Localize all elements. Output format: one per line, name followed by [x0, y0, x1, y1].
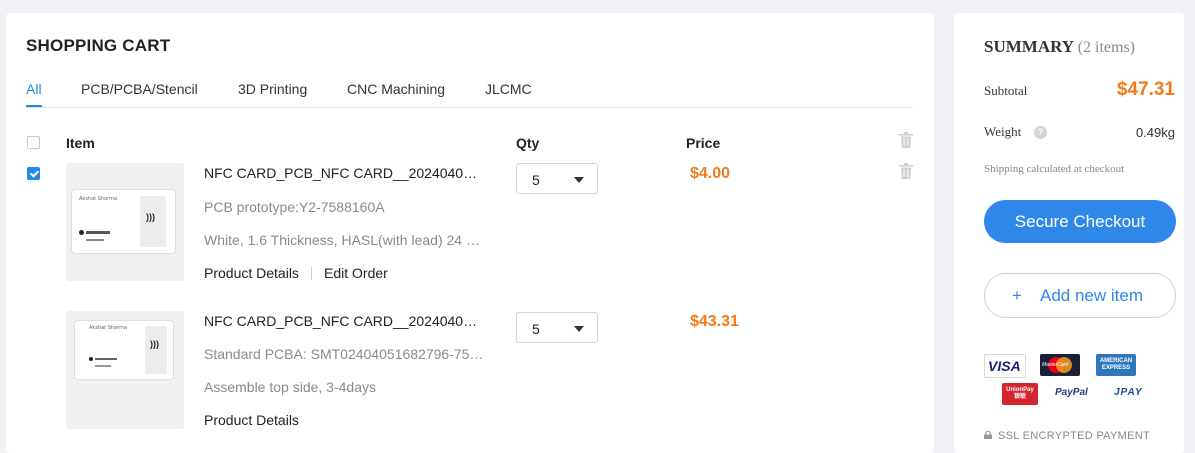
page-title: SHOPPING CART [26, 36, 171, 55]
summary-title-text: SUMMARY [984, 37, 1074, 56]
card-text-line [86, 231, 110, 234]
order-summary-panel: SUMMARY (2 items) Subtotal $47.31 Weight… [954, 13, 1184, 453]
help-icon[interactable]: ? [1034, 126, 1047, 139]
tab-pcb-pcba-stencil[interactable]: PCB/PCBA/Stencil [81, 81, 198, 97]
shipping-note: Shipping calculated at checkout [984, 163, 1125, 175]
item-1-name[interactable]: NFC CARD_PCB_NFC CARD__2024040… [204, 165, 477, 181]
select-all-checkbox[interactable] [27, 136, 40, 149]
subtotal-label: Subtotal [984, 83, 1028, 98]
add-new-item-label: Add new item [1040, 286, 1143, 305]
delete-all-trash-icon[interactable] [899, 132, 913, 148]
item-2-qty-select[interactable]: 5 [516, 312, 598, 343]
item-1-meta-spec: White, 1.6 Thickness, HASL(with lead) 24… [204, 232, 480, 248]
weight-value: 0.49kg [1135, 125, 1175, 140]
unionpay-logo: UnionPay 银联 [1002, 383, 1038, 405]
item-1-thumbnail[interactable]: Akshat Sharma ))) [66, 163, 184, 281]
amex-logo-text: AMERICAN EXPRESS [1099, 358, 1133, 371]
amex-logo: AMERICAN EXPRESS [1096, 354, 1136, 376]
card-text-line [95, 358, 117, 360]
subtotal-value: $47.31 [1116, 79, 1175, 100]
chevron-down-icon [574, 326, 584, 332]
column-header-price: Price [686, 135, 721, 151]
paypal-logo: PayPal [1055, 387, 1088, 398]
item-2-meta-spec: Assemble top side, 3-4days [204, 379, 376, 395]
item-1-meta-type: PCB prototype:Y2-7588160A [204, 199, 385, 215]
nfc-icon: ))) [146, 212, 155, 222]
column-header-qty: Qty [516, 135, 540, 151]
visa-logo-text: VISA [988, 358, 1021, 374]
item-1-price: $4.00 [690, 165, 731, 182]
item-1-edit-order-link[interactable]: Edit Order [324, 265, 388, 281]
card-text-line [95, 365, 111, 367]
secure-checkout-button[interactable]: Secure Checkout [984, 200, 1176, 243]
item-1-checkbox[interactable] [27, 167, 40, 180]
card-logo-icon [79, 230, 84, 235]
add-new-item-button[interactable]: + Add new item [984, 273, 1176, 318]
card-name-text: Akshat Sharma [79, 196, 118, 202]
item-1-qty-select[interactable]: 5 [516, 163, 598, 194]
unionpay-logo-text: UnionPay 银联 [1006, 387, 1034, 400]
nfc-icon: ))) [150, 339, 159, 349]
ssl-encrypted-note: SSL ENCRYPTED PAYMENT [998, 430, 1150, 442]
weight-label: Weight [984, 124, 1022, 139]
summary-item-count: (2 items) [1077, 39, 1136, 56]
card-nfc-pad [145, 326, 167, 374]
column-header-item: Item [66, 135, 95, 151]
item-2-product-details-link[interactable]: Product Details [204, 412, 299, 428]
delete-item-1-trash-icon[interactable] [899, 163, 913, 179]
card-logo-icon [89, 357, 93, 361]
item-2-thumbnail[interactable]: Akshat Sharma ))) [66, 311, 184, 429]
jpay-logo: JPAY [1114, 387, 1143, 398]
nfc-card-image: Akshat Sharma ))) [71, 189, 176, 254]
plus-icon: + [1012, 286, 1022, 305]
link-divider [311, 267, 312, 280]
tab-3d-printing[interactable]: 3D Printing [238, 81, 307, 97]
item-2-qty-value: 5 [532, 321, 540, 337]
item-2-meta-type: Standard PCBA: SMT02404051682796-75… [204, 346, 484, 362]
nfc-card-image: Akshat Sharma ))) [74, 320, 174, 380]
card-text-line [86, 239, 104, 241]
mastercard-logo: MasterCard [1040, 354, 1080, 376]
summary-title: SUMMARY (2 items) [984, 37, 1135, 57]
lock-icon [984, 431, 992, 439]
card-name-text: Akshat Sharma [89, 325, 128, 331]
item-1-product-details-link[interactable]: Product Details [204, 265, 299, 281]
item-2-name[interactable]: NFC CARD_PCB_NFC CARD__2024040… [204, 313, 477, 329]
tab-cnc-machining[interactable]: CNC Machining [347, 81, 445, 97]
visa-logo: VISA [984, 354, 1026, 378]
category-tabs: All PCB/PCBA/Stencil 3D Printing CNC Mac… [26, 81, 913, 108]
item-2-price: $43.31 [690, 313, 739, 330]
item-1-qty-value: 5 [532, 172, 540, 188]
shopping-cart-panel: SHOPPING CART All PCB/PCBA/Stencil 3D Pr… [6, 13, 934, 453]
tab-all[interactable]: All [26, 81, 42, 107]
mastercard-logo-text: MasterCard [1042, 362, 1069, 368]
tab-jlcmc[interactable]: JLCMC [485, 81, 532, 97]
chevron-down-icon [574, 177, 584, 183]
